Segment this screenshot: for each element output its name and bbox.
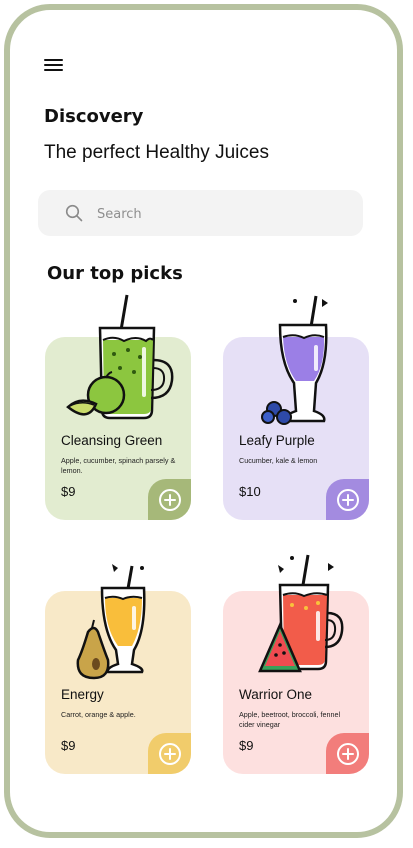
menu-icon[interactable] xyxy=(44,57,64,73)
search-icon xyxy=(65,204,83,222)
product-price: $9 xyxy=(239,738,254,753)
product-card-leafy-purple[interactable]: Leafy Purple Cucumber, kale & lemon $10 xyxy=(223,337,369,520)
product-name: Energy xyxy=(61,687,104,702)
plus-circle-icon xyxy=(337,743,359,765)
add-to-cart-button[interactable] xyxy=(326,479,369,520)
product-name: Leafy Purple xyxy=(239,433,315,448)
add-to-cart-button[interactable] xyxy=(148,479,191,520)
product-price: $10 xyxy=(239,484,261,499)
product-card-warrior-one[interactable]: Warrior One Apple, beetroot, broccoli, f… xyxy=(223,591,369,774)
product-price: $9 xyxy=(61,484,76,499)
add-to-cart-button[interactable] xyxy=(148,733,191,774)
product-card-energy[interactable]: Energy Carrot, orange & apple. $9 xyxy=(45,591,191,774)
search-input[interactable] xyxy=(95,202,349,226)
product-name: Cleansing Green xyxy=(61,433,163,448)
plus-circle-icon xyxy=(159,743,181,765)
product-description: Apple, beetroot, broccoli, fennel cider … xyxy=(239,710,341,729)
product-price: $9 xyxy=(61,738,76,753)
plus-circle-icon xyxy=(337,489,359,511)
page-subtitle: The perfect Healthy Juices xyxy=(44,142,269,163)
plus-circle-icon xyxy=(159,489,181,511)
product-description: Cucumber, kale & lemon xyxy=(239,456,318,465)
product-card-cleansing-green[interactable]: Cleansing Green Apple, cucumber, spinach… xyxy=(45,337,191,520)
product-description: Carrot, orange & apple. xyxy=(61,710,136,719)
product-description: Apple, cucumber, spinach parsely & lemon… xyxy=(61,456,176,475)
search-bar[interactable] xyxy=(38,190,363,236)
add-to-cart-button[interactable] xyxy=(326,733,369,774)
section-title: Our top picks xyxy=(47,263,183,284)
page-title: Discovery xyxy=(44,106,144,127)
product-name: Warrior One xyxy=(239,687,313,702)
